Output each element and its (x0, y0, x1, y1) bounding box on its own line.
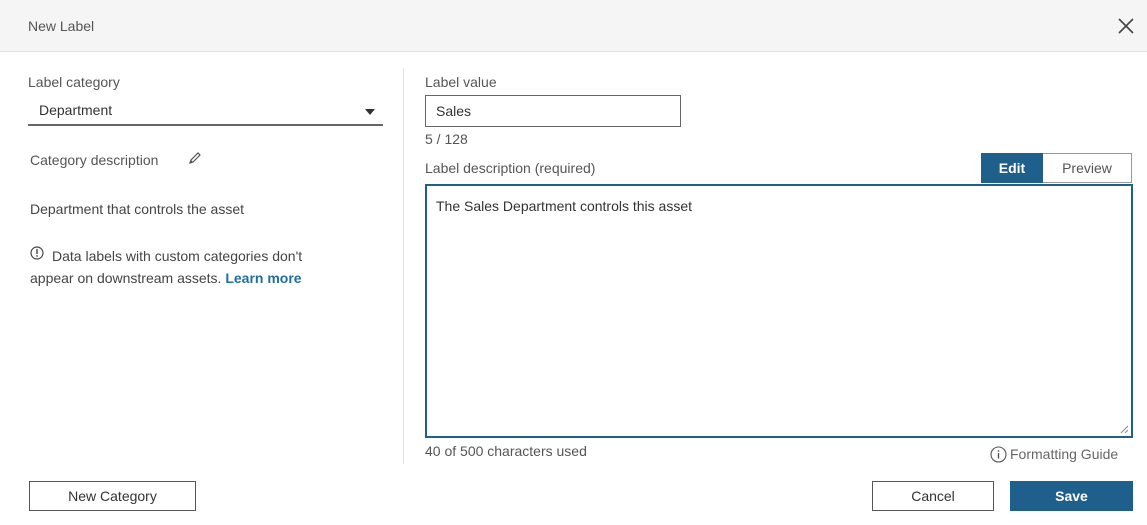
cancel-button[interactable]: Cancel (872, 481, 994, 511)
new-category-button[interactable]: New Category (29, 481, 196, 511)
label-category-label: Label category (28, 74, 120, 90)
info-circle-icon[interactable] (990, 446, 1007, 463)
label-category-select[interactable]: Department (28, 96, 383, 126)
custom-category-note: Data labels with custom categories don't (52, 248, 303, 264)
category-description-text: Department that controls the asset (30, 201, 244, 217)
label-description-label: Label description (required) (425, 160, 596, 176)
label-value-input[interactable]: Sales (425, 95, 681, 127)
category-description-label: Category description (30, 152, 159, 168)
resize-grip-icon[interactable] (1120, 425, 1128, 433)
save-button[interactable]: Save (1010, 481, 1133, 511)
label-value-label: Label value (425, 74, 497, 90)
label-category-value: Department (39, 102, 113, 118)
label-description-textarea[interactable]: The Sales Department controls this asset (425, 184, 1133, 438)
tab-preview[interactable]: Preview (1043, 153, 1132, 183)
dropdown-caret-icon (365, 109, 375, 115)
column-divider (403, 68, 404, 464)
label-description-text: The Sales Department controls this asset (436, 198, 693, 214)
formatting-guide-link[interactable]: Formatting Guide (1010, 446, 1118, 462)
custom-category-note-cont: appear on downstream assets. Learn more (30, 267, 302, 289)
character-count: 40 of 500 characters used (425, 443, 587, 459)
pencil-icon[interactable] (188, 151, 202, 165)
dialog-title: New Label (28, 18, 95, 34)
custom-category-note-line2: appear on downstream assets. (30, 270, 222, 286)
learn-more-link[interactable]: Learn more (225, 270, 301, 286)
close-icon[interactable] (1115, 15, 1137, 37)
label-value-counter: 5 / 128 (425, 131, 468, 147)
info-icon (30, 246, 44, 260)
dialog-header: New Label (0, 0, 1147, 52)
tab-edit[interactable]: Edit (981, 153, 1043, 183)
edit-preview-tabs: Edit Preview (981, 153, 1132, 183)
